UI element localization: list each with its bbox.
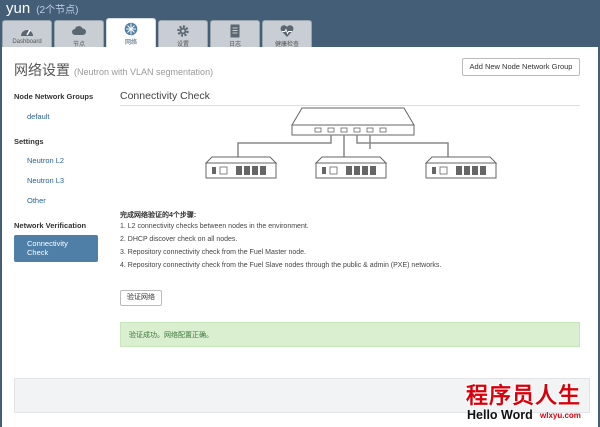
sidebar-header-settings: Settings	[14, 137, 44, 146]
verify-networks-button[interactable]: 验证网络	[120, 290, 162, 306]
tab-nodes[interactable]: 节点	[54, 20, 104, 48]
network-topology-diagram	[204, 107, 498, 179]
watermark-subtitle: Hello Word	[467, 408, 533, 422]
sidebar-header-network-verification: Network Verification	[14, 221, 87, 230]
tab-settings[interactable]: 设置	[158, 20, 208, 48]
cloud-icon	[72, 26, 87, 35]
tab-label: 网络	[124, 40, 137, 46]
environment-name: yun	[6, 0, 31, 17]
section-title: Connectivity Check	[120, 90, 210, 102]
node-count[interactable]: (2个节点)	[36, 5, 78, 16]
verification-steps-title: 完成网络验证的4个步骤:	[120, 212, 197, 219]
heart-icon	[280, 25, 294, 37]
main-panel: 网络设置 (Neutron with VLAN segmentation) Add…	[2, 47, 598, 427]
tab-label: Dashboard	[12, 39, 42, 45]
tab-logs[interactable]: 日志	[210, 20, 260, 48]
success-message: 验证成功。网络配置正确。	[129, 332, 213, 339]
environment-title: yun (2个节点)	[6, 0, 78, 17]
sidebar-item-connectivity-check[interactable]: Connectivity Check	[14, 235, 98, 262]
sidebar-item-neutron-l2[interactable]: Neutron L2	[27, 156, 64, 165]
gear-icon	[177, 25, 189, 37]
verification-step: 4. Repository connectivity check from th…	[120, 262, 442, 269]
verification-step: 3. Repository connectivity check from th…	[120, 249, 306, 256]
server-icon-2	[314, 156, 388, 179]
verification-success-alert: 验证成功。网络配置正确。	[120, 322, 580, 347]
sidebar-header-node-network-groups: Node Network Groups	[14, 92, 94, 101]
server-icon-3	[424, 156, 498, 179]
verification-step: 2. DHCP discover check on all nodes.	[120, 236, 238, 243]
page-subtitle: (Neutron with VLAN segmentation)	[74, 67, 214, 77]
sidebar-item-label-line2: Check	[27, 248, 49, 257]
watermark-url: wlxyu.com	[540, 411, 581, 420]
server-icon-1	[204, 156, 278, 179]
network-icon	[124, 22, 138, 36]
add-node-network-group-button[interactable]: Add New Node Network Group	[462, 58, 580, 76]
dashboard-icon	[21, 29, 33, 36]
verification-step: 1. L2 connectivity checks between nodes …	[120, 223, 309, 230]
tab-health-check[interactable]: 健康检查	[262, 20, 312, 48]
sidebar-item-default[interactable]: default	[27, 112, 50, 121]
page-title: 网络设置 (Neutron with VLAN segmentation)	[14, 60, 213, 80]
network-cables	[237, 135, 449, 157]
network-switch-icon	[291, 107, 415, 136]
watermark-logo-text: 程序员人生	[466, 384, 582, 409]
logs-icon	[230, 24, 240, 38]
sidebar-item-neutron-l3[interactable]: Neutron L3	[27, 176, 64, 185]
tab-network[interactable]: 网络	[106, 18, 156, 47]
tab-dashboard[interactable]: Dashboard	[2, 20, 52, 47]
page-title-text: 网络设置	[14, 62, 70, 78]
sidebar-item-other[interactable]: Other	[27, 196, 46, 205]
sidebar-item-label-line1: Connectivity	[27, 239, 68, 248]
